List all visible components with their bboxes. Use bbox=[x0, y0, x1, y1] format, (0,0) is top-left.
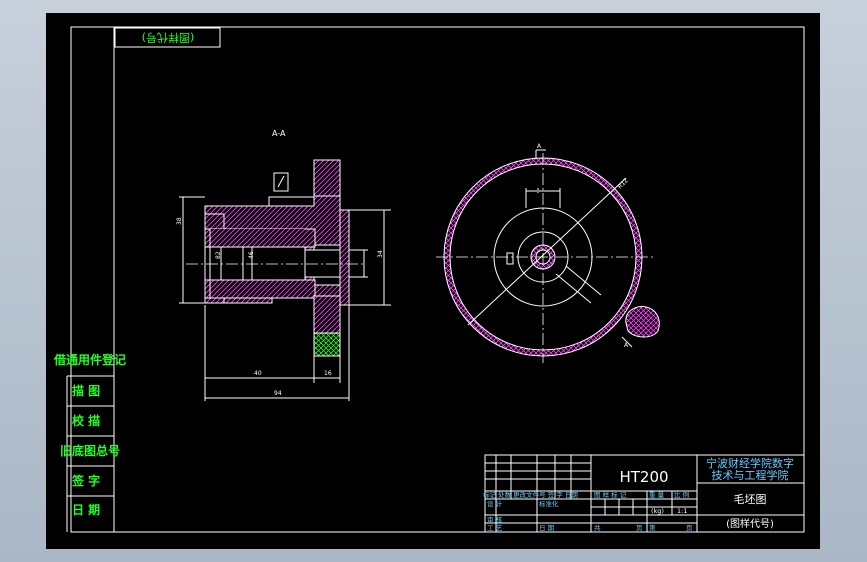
weight-unit: (kg) bbox=[651, 507, 664, 515]
dim-7: 94 bbox=[274, 390, 282, 397]
material: HT200 bbox=[619, 468, 668, 486]
label-scale: 比 例 bbox=[674, 490, 689, 499]
title-block: HT200 宁波财经学院数字 技术与工程学院 毛坯图 (图样代号) 标记 处数 … bbox=[483, 454, 805, 533]
label-mark: 图 样 标 记 bbox=[594, 490, 627, 499]
label-standard: 标准化 bbox=[539, 499, 559, 508]
section-view[interactable]: A-A 38 82 46 34 40 16 94 bbox=[176, 129, 391, 401]
front-view[interactable]: R12 A A bbox=[436, 143, 660, 363]
school-line-1: 宁波财经学院数字 bbox=[706, 456, 794, 470]
label-weight: 重 量 bbox=[649, 491, 665, 499]
lower-wall bbox=[204, 279, 316, 299]
school-line-2: 技术与工程学院 bbox=[712, 468, 789, 482]
dim-4: 34 bbox=[377, 250, 384, 258]
scale-value: 1:1 bbox=[677, 507, 687, 515]
side-row-2: 旧底图总号 bbox=[60, 443, 120, 458]
revision-row: 标记 处数 更改文件号 签 字 日期 bbox=[483, 490, 578, 499]
label-total: 共 bbox=[594, 523, 601, 532]
boss-lobe bbox=[625, 306, 660, 338]
dim-2: 82 bbox=[215, 251, 222, 259]
label-date: 日 期 bbox=[539, 524, 555, 532]
flange-top bbox=[313, 159, 341, 197]
dim-5: 40 bbox=[254, 370, 262, 377]
section-label: A-A bbox=[272, 129, 286, 138]
side-row-3: 签 字 bbox=[71, 473, 100, 488]
outer-border bbox=[70, 26, 805, 533]
shoulder bbox=[339, 209, 350, 306]
side-registration-block: 借通用件登记 描 图 校 描 旧底图总号 签 字 日 期 bbox=[53, 352, 126, 532]
drawing-code: (图样代号) bbox=[726, 517, 774, 530]
side-row-0: 描 图 bbox=[72, 383, 100, 398]
corner-code-text: (图样代号) bbox=[142, 31, 195, 45]
dim-3: 46 bbox=[248, 251, 255, 259]
dim-1: 38 bbox=[176, 217, 183, 225]
dim-6: 16 bbox=[324, 370, 332, 377]
side-row-4: 日 期 bbox=[72, 502, 100, 517]
side-title: 借通用件登记 bbox=[53, 352, 126, 367]
label-craft: 工 艺 bbox=[487, 524, 503, 532]
flange-tip bbox=[313, 332, 341, 357]
drawing-svg: (图样代号) 借通用件登记 描 图 校 描 旧底图总号 签 字 日 期 A-A bbox=[53, 26, 805, 533]
keyway-slot bbox=[268, 196, 315, 207]
label-page: 页 bbox=[686, 524, 693, 532]
label-design: 设 计 bbox=[487, 499, 503, 508]
cut-marker-top: A bbox=[537, 143, 542, 150]
label-no: 第 bbox=[649, 523, 656, 532]
label-review: 审 核 bbox=[487, 515, 503, 524]
drawing-name: 毛坯图 bbox=[734, 493, 767, 506]
label-sheet: 页 bbox=[636, 524, 643, 532]
cad-drawing-canvas[interactable]: (图样代号) 借通用件登记 描 图 校 描 旧底图总号 签 字 日 期 A-A bbox=[46, 13, 820, 549]
radius-label: R12 bbox=[616, 177, 629, 190]
side-row-1: 校 描 bbox=[72, 413, 100, 428]
